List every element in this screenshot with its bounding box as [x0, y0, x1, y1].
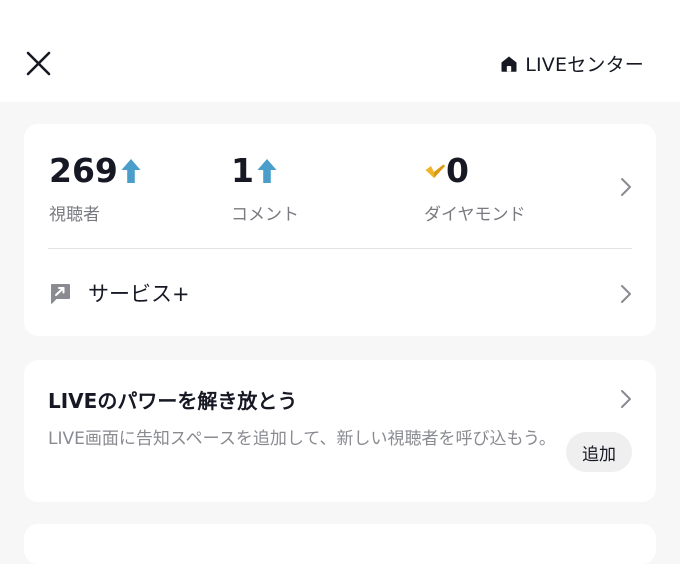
live-center-button[interactable]: LIVEセンター	[500, 50, 644, 77]
diamonds-label: ダイヤモンド	[424, 205, 526, 225]
service-plus-label: サービス+	[88, 282, 190, 306]
add-button[interactable]: 追加	[566, 432, 632, 472]
service-plus-icon	[51, 284, 70, 304]
live-center-label: LIVEセンター	[525, 54, 644, 76]
viewers-count: 269	[49, 151, 118, 190]
stats-card: 269 視聴者 1 コメント 0 ダイヤモンド サービス+	[24, 124, 656, 336]
top-bar: LIVEセンター	[0, 0, 680, 102]
stats-row[interactable]: 269 視聴者 1 コメント 0 ダイヤモンド	[24, 124, 656, 248]
close-icon	[26, 51, 51, 76]
diamonds-stat: 0 ダイヤモンド	[424, 151, 526, 226]
chevron-right-icon	[621, 285, 631, 303]
service-plus-row[interactable]: サービス+	[24, 249, 656, 336]
promo-description: LIVE画面に告知スペースを追加して、新しい視聴者を呼び込もう。	[48, 429, 556, 449]
trend-up-icon	[121, 159, 141, 183]
comments-label: コメント	[231, 205, 299, 225]
diamonds-count: 0	[446, 151, 469, 190]
trend-up-icon	[257, 159, 277, 183]
viewers-stat: 269 視聴者	[49, 152, 142, 225]
close-button[interactable]	[22, 47, 56, 81]
home-icon	[501, 56, 517, 72]
comments-stat: 1 コメント	[231, 151, 299, 226]
promo-title: LIVEのパワーを解き放とう	[48, 389, 298, 413]
promo-card[interactable]: LIVEのパワーを解き放とう LIVE画面に告知スペースを追加して、新しい視聴者…	[24, 360, 656, 502]
next-card	[24, 524, 656, 564]
comments-count: 1	[231, 151, 254, 190]
chevron-right-icon	[621, 390, 631, 408]
diamond-icon	[425, 164, 445, 178]
chevron-right-icon	[621, 178, 631, 196]
viewers-label: 視聴者	[49, 205, 100, 225]
